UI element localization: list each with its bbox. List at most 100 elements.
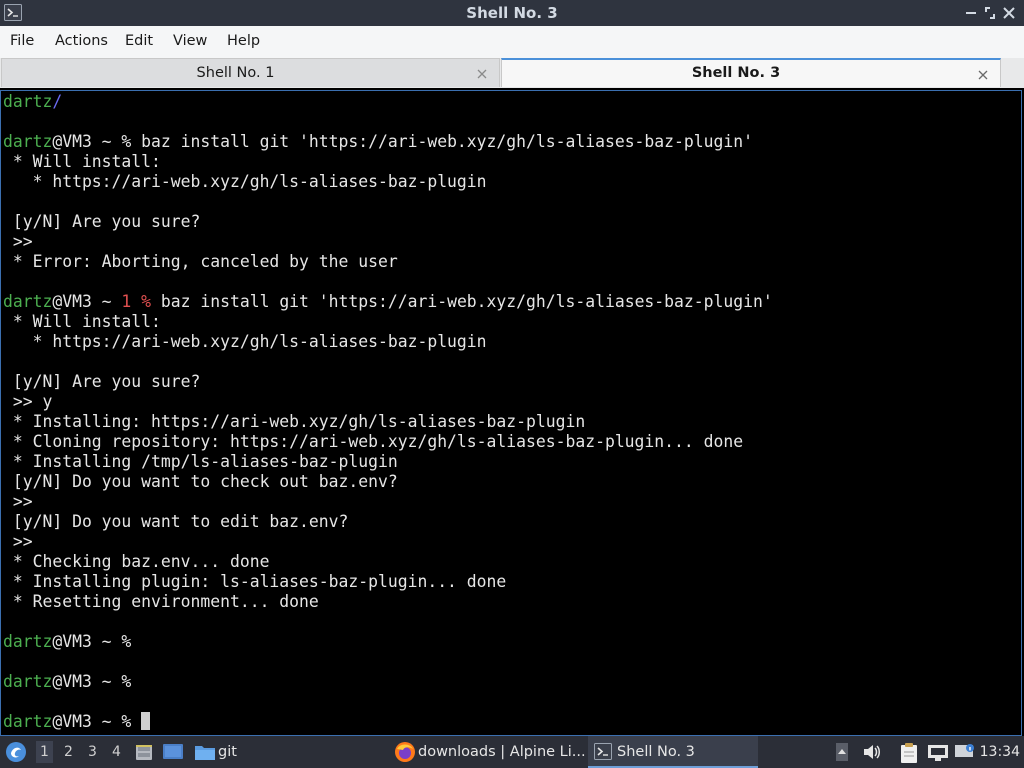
terminal-line: >> y	[3, 392, 1021, 412]
terminal-line: * Will install:	[3, 312, 1021, 332]
terminal-text-segment: >>	[3, 492, 33, 511]
terminal-text-segment: @VM3 ~ %	[52, 712, 142, 731]
file-manager-launcher[interactable]	[134, 742, 154, 766]
terminal-text-segment: * Installing /tmp/ls-aliases-baz-plugin	[3, 452, 398, 471]
network-button[interactable]	[927, 742, 949, 766]
workspace-4[interactable]: 4	[112, 744, 121, 760]
clipboard-button[interactable]	[899, 742, 919, 768]
terminal-text-segment: * Checking baz.env... done	[3, 552, 270, 571]
terminal-text-segment: * Will install:	[3, 152, 161, 171]
terminal-text-segment: * Resetting environment... done	[3, 592, 319, 611]
terminal-text-segment: * Installing: https://ari-web.xyz/gh/ls-…	[3, 412, 586, 431]
display-button[interactable]	[954, 742, 976, 766]
monitor-info-icon	[955, 744, 974, 757]
minimize-icon	[966, 12, 976, 14]
prompt-user: dartz	[3, 92, 53, 111]
menu-file[interactable]: File	[10, 33, 34, 49]
prompt-user: dartz	[3, 672, 53, 691]
terminal-text-segment: * Will install:	[3, 312, 161, 331]
prompt-user: dartz	[3, 712, 53, 731]
terminal-text: dartz/dartz@VM3 ~ % baz install git 'htt…	[1, 92, 1021, 732]
prompt-user: dartz	[3, 292, 53, 311]
close-icon	[1003, 7, 1015, 19]
terminal-text-segment: @VM3 ~ % baz install git 'https://ari-we…	[52, 132, 753, 151]
terminal-line: >>	[3, 492, 1021, 512]
menu-help[interactable]: Help	[227, 33, 260, 49]
terminal-line: dartz@VM3 ~ %	[3, 712, 1021, 732]
maximize-button[interactable]	[981, 3, 999, 23]
close-window-button[interactable]	[1000, 3, 1018, 23]
folder-git-label[interactable]: git	[218, 744, 237, 760]
close-icon	[978, 70, 988, 80]
tab-label: Shell No. 1	[196, 65, 275, 81]
restore-icon	[985, 7, 995, 19]
speaker-icon	[864, 745, 880, 759]
terminal-output[interactable]: dartz/dartz@VM3 ~ % baz install git 'htt…	[0, 90, 1022, 736]
firefox-task-icon	[394, 741, 416, 767]
tab-shell-1[interactable]: Shell No. 1	[1, 58, 500, 87]
network-icon	[928, 745, 948, 761]
directory-name: /	[52, 92, 63, 111]
terminal-line: dartz@VM3 ~ % baz install git 'https://a…	[3, 132, 1021, 152]
terminal-text-segment: [y/N] Are you sure?	[3, 212, 201, 231]
terminal-text-segment: >> y	[3, 392, 53, 411]
terminal-text-segment: [y/N] Are you sure?	[3, 372, 201, 391]
text-cursor	[141, 712, 151, 730]
prompt-user: dartz	[3, 132, 53, 151]
terminal-line: [y/N] Do you want to edit baz.env?	[3, 512, 1021, 532]
workspace-3[interactable]: 3	[88, 744, 97, 760]
scroll-up-icon	[836, 743, 848, 761]
terminal-text-segment: >>	[3, 232, 33, 251]
desktop-icon	[163, 744, 183, 759]
volume-button[interactable]	[862, 742, 882, 766]
terminal-text-segment: @VM3 ~	[52, 292, 122, 311]
folder-git-launcher[interactable]	[194, 742, 216, 766]
terminal-icon	[594, 743, 612, 760]
workspace-2[interactable]: 2	[64, 744, 73, 760]
terminal-text-segment: * Error: Aborting, canceled by the user	[3, 252, 398, 271]
tab-shell-3[interactable]: Shell No. 3	[501, 58, 1001, 87]
terminal-line: [y/N] Are you sure?	[3, 372, 1021, 392]
terminal-text-segment: * https://ari-web.xyz/gh/ls-aliases-baz-…	[3, 172, 487, 191]
terminal-line: * https://ari-web.xyz/gh/ls-aliases-baz-…	[3, 172, 1021, 192]
terminal-line: * Resetting environment... done	[3, 592, 1021, 612]
terminal-line: [y/N] Are you sure?	[3, 212, 1021, 232]
prompt-user: dartz	[3, 632, 53, 651]
terminal-line: * https://ari-web.xyz/gh/ls-aliases-baz-…	[3, 332, 1021, 352]
volume-up-button[interactable]	[835, 742, 849, 766]
menu-view[interactable]: View	[173, 33, 207, 49]
task-shell-3-label[interactable]: Shell No. 3	[617, 744, 695, 760]
terminal-text-segment: * Cloning repository: https://ari-web.xy…	[3, 432, 744, 451]
exit-status: 1 %	[121, 292, 152, 311]
terminal-line: >>	[3, 532, 1021, 552]
show-desktop-button[interactable]	[162, 742, 184, 766]
start-menu-button[interactable]	[5, 741, 27, 767]
tab-close-button[interactable]	[976, 67, 990, 81]
terminal-line: * Checking baz.env... done	[3, 552, 1021, 572]
terminal-text-segment: [y/N] Do you want to check out baz.env?	[3, 472, 398, 491]
terminal-text-segment: @VM3 ~ %	[52, 632, 132, 651]
tab-close-button[interactable]	[475, 66, 489, 80]
menu-edit[interactable]: Edit	[125, 33, 153, 49]
menu-actions[interactable]: Actions	[55, 33, 108, 49]
terminal-text-segment: baz install git 'https://ari-web.xyz/gh/…	[151, 292, 773, 311]
window-title: Shell No. 3	[466, 4, 558, 22]
clipboard-icon	[901, 743, 917, 763]
start-menu-icon	[6, 742, 26, 762]
title-bar: Shell No. 3	[0, 0, 1024, 26]
minimize-button[interactable]	[962, 3, 980, 23]
terminal-line: dartz@VM3 ~ %	[3, 632, 1021, 652]
tab-label: Shell No. 3	[691, 65, 781, 81]
clock[interactable]: 13:34	[980, 744, 1020, 760]
workspace-1[interactable]: 1	[36, 741, 53, 763]
terminal-line: * Error: Aborting, canceled by the user	[3, 252, 1021, 272]
terminal-text-segment: [y/N] Do you want to edit baz.env?	[3, 512, 349, 531]
close-icon	[477, 69, 487, 79]
task-firefox-label[interactable]: downloads | Alpine Li...	[418, 744, 586, 760]
terminal-task-icon	[594, 743, 612, 764]
